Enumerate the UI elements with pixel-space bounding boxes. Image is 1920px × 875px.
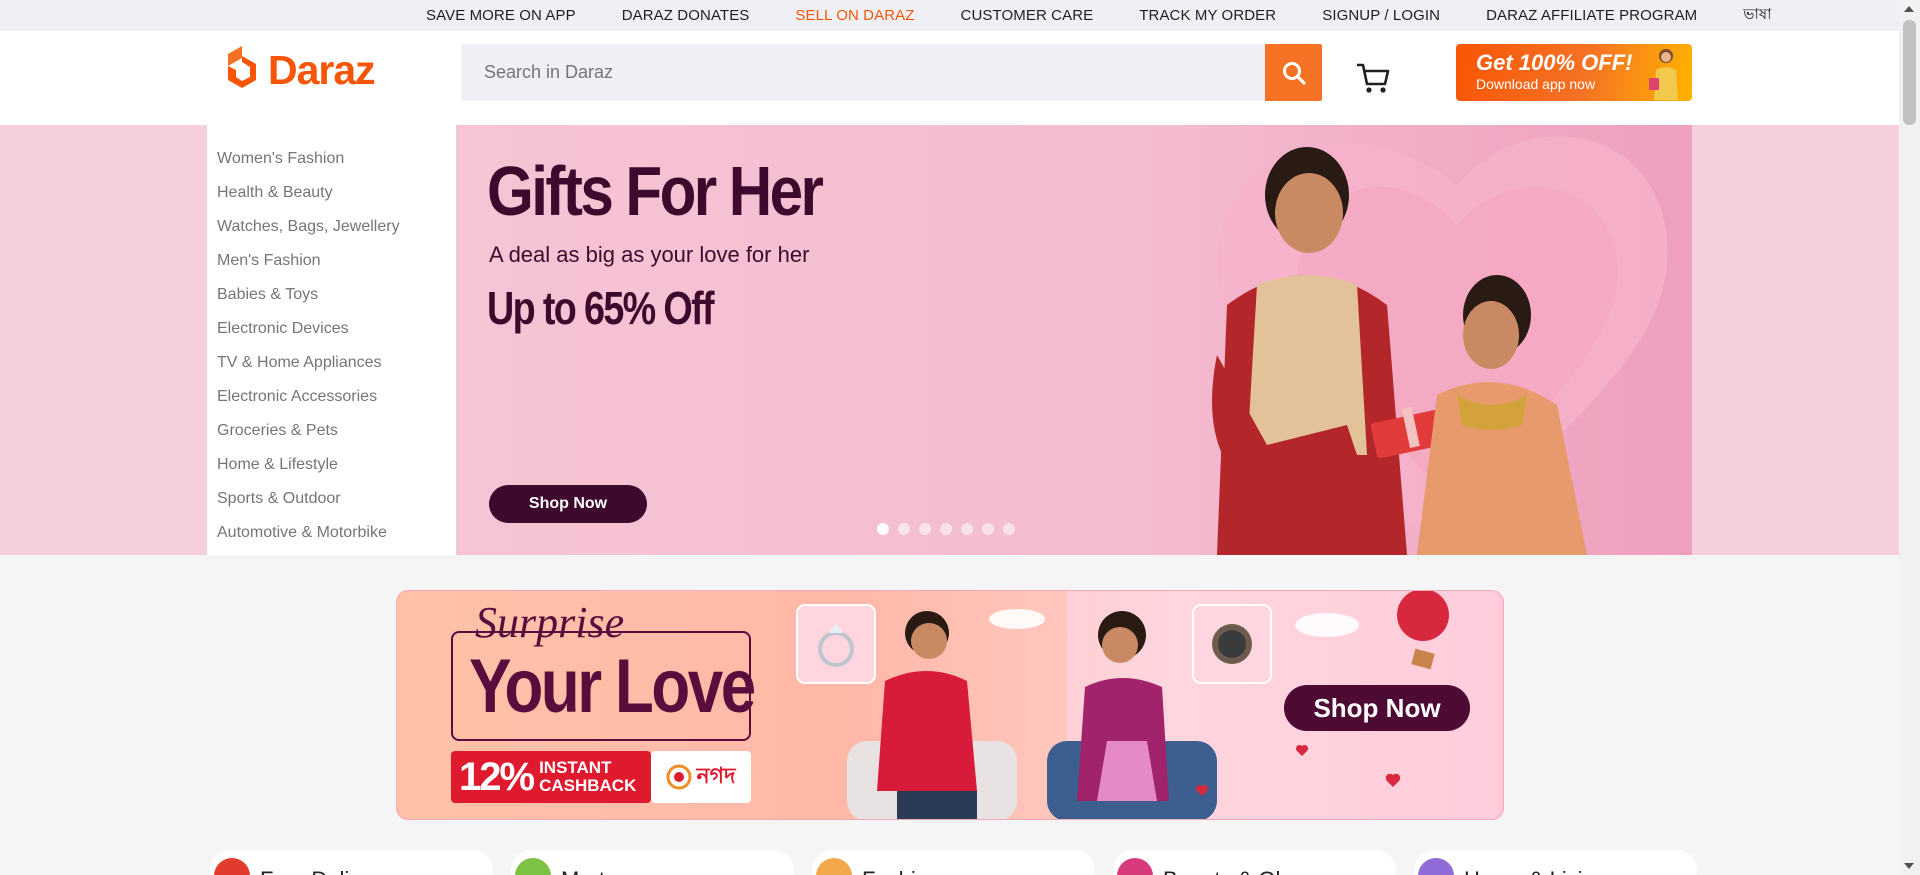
top-link-daraz-donates[interactable]: DARAZ DONATES [622,7,750,24]
hero-carousel-banner[interactable]: Gifts For Her A deal as big as your love… [457,125,1692,555]
pill-label: Mart [561,858,605,875]
carousel-dot-3[interactable] [919,523,931,535]
home-living-icon [1418,858,1454,875]
cashback-label-line2: CASHBACK [539,776,637,795]
category-menu: Women's Fashion Health & Beauty Watches,… [206,125,457,555]
promo-model-image [1649,49,1678,100]
top-link-customer-care[interactable]: CUSTOMER CARE [961,7,1094,24]
promo-headline: Your Love [469,644,756,729]
daraz-logo[interactable]: Daraz [224,44,376,96]
app-promo-title: Get 100% OFF! [1476,50,1633,75]
category-item-sports-outdoor[interactable]: Sports & Outdoor [207,482,456,516]
pill-free-delivery[interactable]: Free Delivery [210,850,493,875]
category-item-health-beauty[interactable]: Health & Beauty [207,176,456,210]
search-bar [461,44,1322,101]
nagad-logo-text: নগদ [696,762,736,788]
category-item-babies-toys[interactable]: Babies & Toys [207,278,456,312]
pill-label: Beauty & Glamour [1163,858,1343,875]
main-header: Daraz Get 100% OFF! Download app now [0,31,1899,125]
category-item-tv-home-appliances[interactable]: TV & Home Appliances [207,346,456,380]
category-item-womens-fashion[interactable]: Women's Fashion [207,142,456,176]
pill-label: Home & Living [1464,858,1607,875]
nagad-logo: নগদ [651,751,751,803]
top-link-track-my-order[interactable]: TRACK MY ORDER [1139,7,1276,24]
scroll-up-arrow-icon[interactable] [1904,6,1914,12]
promo-shop-now-button[interactable]: Shop Now [1284,685,1470,731]
category-item-automotive-motorbike[interactable]: Automotive & Motorbike [207,516,456,550]
banner-subtitle: A deal as big as your love for her [489,242,810,267]
free-delivery-icon [214,858,250,875]
cashback-badge: 12% INSTANT CASHBACK [451,751,651,803]
cashback-label-line1: INSTANT [539,758,612,777]
language-switch[interactable]: ভাষা [1743,3,1771,28]
pill-home-living[interactable]: Home & Living [1414,850,1697,875]
banner-shop-now-button[interactable]: Shop Now [489,485,647,523]
promo-surprise-text: Surprise [475,598,625,647]
beauty-icon [1117,858,1153,875]
search-icon [1282,61,1306,85]
mart-icon [515,858,551,875]
category-item-mens-fashion[interactable]: Men's Fashion [207,244,456,278]
pill-label: Free Delivery [260,858,391,875]
category-pills-row: Free Delivery Mart Fashion Beauty & Glam… [210,850,1697,875]
carousel-dot-7[interactable] [1003,523,1015,535]
top-utility-bar: SAVE MORE ON APP DARAZ DONATES SELL ON D… [0,0,1899,31]
banner-offer: Up to 65% Off [487,282,715,334]
carousel-dot-4[interactable] [940,523,952,535]
cashback-label: INSTANT CASHBACK [539,759,636,795]
fashion-icon [816,858,852,875]
category-item-home-lifestyle[interactable]: Home & Lifestyle [207,448,456,482]
app-download-promo[interactable]: Get 100% OFF! Download app now [1456,44,1692,101]
carousel-dot-5[interactable] [961,523,973,535]
nagad-logo-icon [666,764,692,790]
cashback-percent: 12% [459,754,535,799]
top-link-save-more-on-app[interactable]: SAVE MORE ON APP [426,7,576,24]
top-links: SAVE MORE ON APP DARAZ DONATES SELL ON D… [426,0,1772,31]
carousel-dot-1[interactable] [877,523,889,535]
pill-label: Fashion [862,858,940,875]
category-item-electronic-accessories[interactable]: Electronic Accessories [207,380,456,414]
top-link-signup-login[interactable]: SIGNUP / LOGIN [1322,7,1440,24]
top-link-affiliate-program[interactable]: DARAZ AFFILIATE PROGRAM [1486,7,1697,24]
search-input[interactable] [461,44,1261,101]
app-promo-subtitle: Download app now [1476,76,1596,92]
carousel-dot-6[interactable] [982,523,994,535]
search-button[interactable] [1265,44,1322,101]
daraz-logo-icon [228,46,256,88]
category-item-electronic-devices[interactable]: Electronic Devices [207,312,456,346]
scroll-thumb[interactable] [1903,20,1916,125]
scroll-down-arrow-icon[interactable] [1904,863,1914,869]
category-item-groceries-pets[interactable]: Groceries & Pets [207,414,456,448]
pill-mart[interactable]: Mart [511,850,794,875]
category-item-watches-bags-jewellery[interactable]: Watches, Bags, Jewellery [207,210,456,244]
carousel-dots [877,523,1015,535]
page-scrollbar[interactable] [1899,0,1920,875]
cart-icon[interactable] [1355,60,1391,96]
top-link-sell-on-daraz[interactable]: SELL ON DARAZ [795,7,914,24]
carousel-dot-2[interactable] [898,523,910,535]
pill-beauty-glamour[interactable]: Beauty & Glamour [1113,850,1396,875]
logo-text: Daraz [268,46,376,93]
valentine-promo-banner[interactable]: Surprise Your Love 12% INSTANT CASHBACK … [396,590,1504,820]
pill-fashion[interactable]: Fashion [812,850,1095,875]
banner-title: Gifts For Her [487,152,824,230]
couple-gift-image [1212,147,1587,555]
